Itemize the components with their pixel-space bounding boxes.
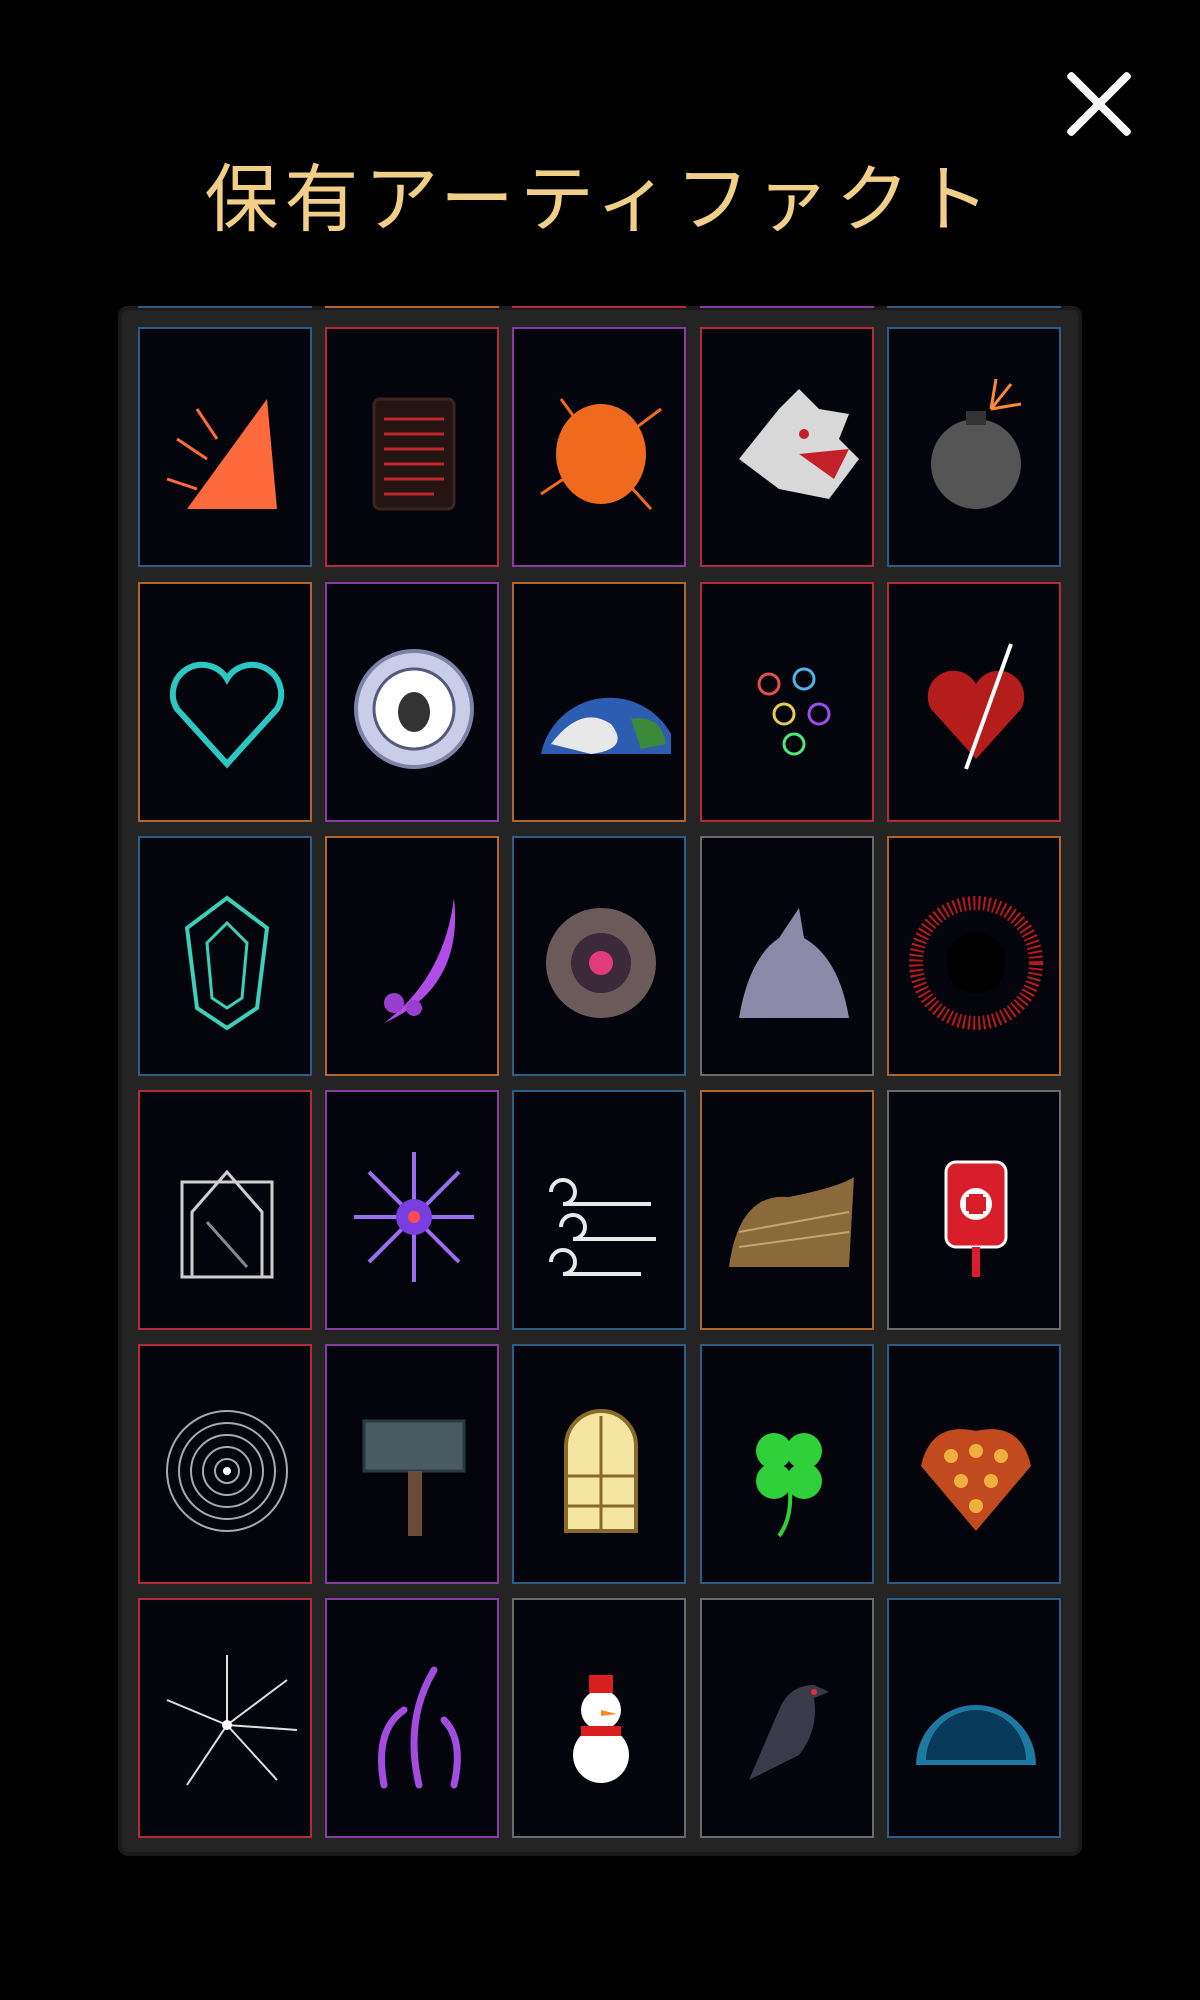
- artifact-card[interactable]: [887, 836, 1061, 1076]
- artifact-card[interactable]: [512, 327, 686, 567]
- artifact-card[interactable]: [512, 836, 686, 1076]
- pierced-heart-icon: [927, 643, 1025, 770]
- four-leaf-clover-icon: [756, 1433, 822, 1538]
- bomb-icon: [931, 378, 1022, 509]
- artifact-card[interactable]: [700, 582, 874, 822]
- artifact-card[interactable]: [138, 1344, 312, 1584]
- shard-spike-icon: [166, 399, 277, 509]
- purple-scythe-icon: [384, 898, 456, 1023]
- artifact-card[interactable]: [887, 1090, 1061, 1330]
- artifact-card[interactable]: [512, 1344, 686, 1584]
- red-eclipse-icon: [909, 896, 1043, 1030]
- artifact-card[interactable]: [138, 327, 312, 567]
- grey-beast-icon: [739, 908, 849, 1018]
- artifact-card[interactable]: [138, 836, 312, 1076]
- artifact-card[interactable]: [887, 1598, 1061, 1838]
- purple-tentacles-icon: [378, 1666, 461, 1789]
- sun-face-medallion-icon: [354, 649, 474, 769]
- wind-swirls-icon: [549, 1178, 656, 1276]
- crystal-gem-icon: [184, 895, 270, 1031]
- earth-globe-icon: [541, 697, 671, 754]
- scrolled-card-edge: [700, 306, 874, 316]
- artifact-card[interactable]: [700, 327, 874, 567]
- artifact-card[interactable]: [887, 582, 1061, 822]
- page-title: 保有アーティファクト: [204, 157, 996, 243]
- ripple-rings-icon: [166, 1410, 288, 1532]
- artifact-card[interactable]: [325, 1090, 499, 1330]
- crow-icon: [749, 1685, 829, 1780]
- artifact-card[interactable]: [512, 582, 686, 822]
- war-hammer-icon: [362, 1419, 466, 1536]
- hay-pile-icon: [729, 1177, 854, 1267]
- artifact-card[interactable]: [887, 1344, 1061, 1584]
- artifact-card[interactable]: [325, 1598, 499, 1838]
- blue-orb-icon: [916, 1705, 1036, 1765]
- artifact-card[interactable]: [512, 1090, 686, 1330]
- orange-spike-burst-icon: [540, 398, 662, 511]
- ruined-cathedral-icon: [180, 1169, 274, 1279]
- artifact-card[interactable]: [325, 836, 499, 1076]
- purple-urchin-icon: [354, 1152, 474, 1282]
- shatter-burst-icon: [166, 1655, 298, 1786]
- dark-vortex-icon: [546, 908, 656, 1018]
- teal-heart-icon: [169, 661, 285, 769]
- artifact-card[interactable]: [700, 1344, 874, 1584]
- artifact-card[interactable]: [138, 1598, 312, 1838]
- scrolled-card-edge: [325, 306, 499, 316]
- scrolled-card-edge: [138, 306, 312, 316]
- artifact-card[interactable]: [325, 327, 499, 567]
- snowman-icon: [573, 1675, 629, 1783]
- artifact-card[interactable]: [700, 1090, 874, 1330]
- artifact-card[interactable]: [700, 836, 874, 1076]
- artifact-card[interactable]: [887, 327, 1061, 567]
- close-icon[interactable]: [1062, 68, 1136, 142]
- artifact-card[interactable]: [700, 1598, 874, 1838]
- artifact-card[interactable]: [325, 1344, 499, 1584]
- artifact-card[interactable]: [512, 1598, 686, 1838]
- wolf-head-icon: [739, 389, 859, 499]
- flame-scales-icon: [921, 1429, 1031, 1531]
- artifact-card[interactable]: [138, 1090, 312, 1330]
- scrolled-card-edge: [512, 306, 686, 316]
- stained-window-icon: [564, 1409, 638, 1533]
- scrolled-card-edge: [887, 306, 1061, 316]
- blood-bag-icon: [944, 1160, 1008, 1277]
- stone-tablet-icon: [372, 397, 456, 511]
- colored-rings-icon: [757, 667, 831, 756]
- artifact-card[interactable]: [138, 582, 312, 822]
- artifact-card[interactable]: [325, 582, 499, 822]
